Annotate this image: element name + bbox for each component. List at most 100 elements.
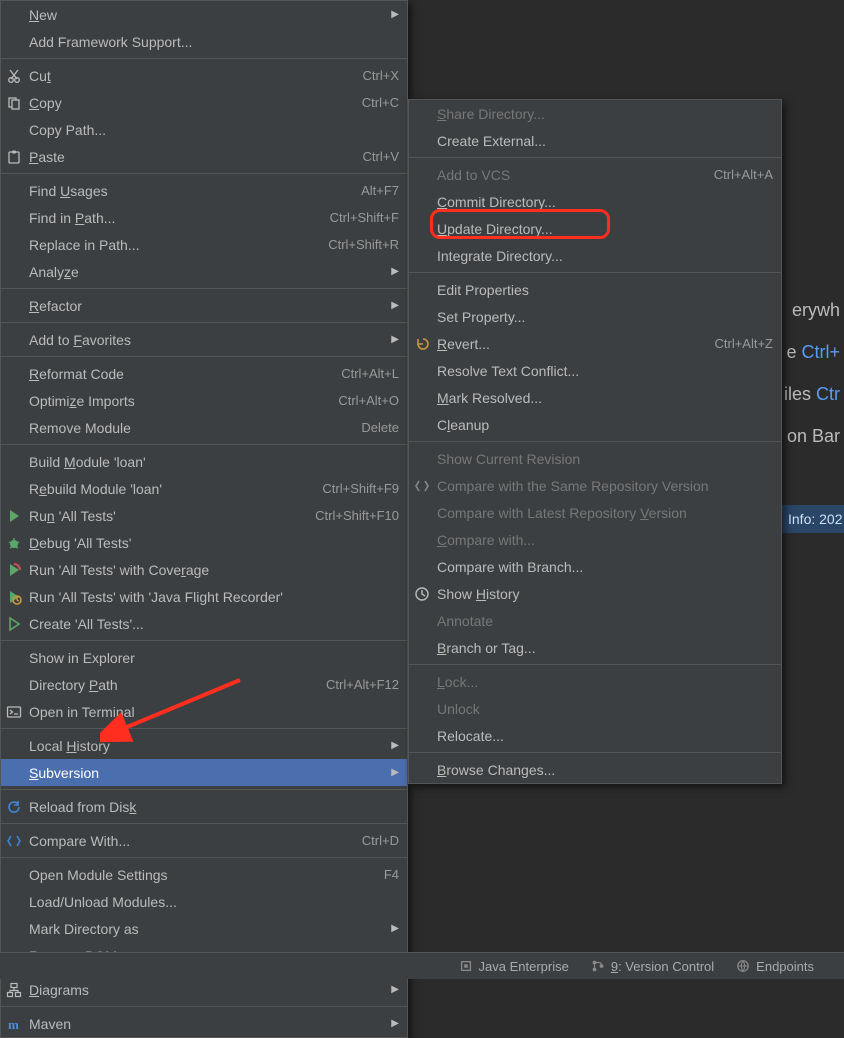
subversion-menu-item[interactable]: Cleanup: [409, 411, 781, 438]
context-menu-subversion[interactable]: Share Directory...Create External... Add …: [408, 99, 782, 784]
menu-item-label: Mark Directory as: [29, 921, 381, 937]
main-menu-item[interactable]: Find in Path...Ctrl+Shift+F: [1, 204, 407, 231]
subversion-menu-item[interactable]: Update Directory...: [409, 215, 781, 242]
menu-item-label: Add to VCS: [437, 167, 684, 183]
blank-icon: [413, 639, 431, 657]
run-icon: [5, 507, 23, 525]
subversion-menu-item[interactable]: Revert...Ctrl+Alt+Z: [409, 330, 781, 357]
subversion-menu-item[interactable]: Compare with Branch...: [409, 553, 781, 580]
cut-icon: [5, 67, 23, 85]
main-menu-item[interactable]: CopyCtrl+C: [1, 89, 407, 116]
menu-item-shortcut: Ctrl+Alt+O: [338, 393, 399, 408]
tool-endpoints[interactable]: Endpoints: [736, 959, 814, 974]
blank-icon: [413, 727, 431, 745]
blank-icon: [5, 6, 23, 24]
menu-separator: [1, 789, 407, 790]
status-bar: Java Enterprise 9: Version Control Endpo…: [0, 952, 844, 979]
terminal-icon: [5, 703, 23, 721]
blank-icon: [5, 121, 23, 139]
menu-item-label: Run 'All Tests' with 'Java Flight Record…: [29, 589, 399, 605]
subversion-menu-item: Unlock: [409, 695, 781, 722]
tool-version-control[interactable]: 9: Version Control: [591, 959, 714, 974]
subversion-menu-item[interactable]: Browse Changes...: [409, 756, 781, 783]
main-menu-item[interactable]: Open Module SettingsF4: [1, 861, 407, 888]
menu-separator: [409, 272, 781, 273]
main-menu-item[interactable]: New▶: [1, 1, 407, 28]
subversion-menu-item: Share Directory...: [409, 100, 781, 127]
main-menu-item[interactable]: PasteCtrl+V: [1, 143, 407, 170]
main-menu-item[interactable]: CutCtrl+X: [1, 62, 407, 89]
context-menu-main[interactable]: New▶Add Framework Support...CutCtrl+XCop…: [0, 0, 408, 1038]
main-menu-item[interactable]: Run 'All Tests'Ctrl+Shift+F10: [1, 502, 407, 529]
menu-item-label: Compare With...: [29, 833, 332, 849]
main-menu-item[interactable]: Directory PathCtrl+Alt+F12: [1, 671, 407, 698]
subversion-menu-item[interactable]: Resolve Text Conflict...: [409, 357, 781, 384]
menu-item-label: Add to Favorites: [29, 332, 381, 348]
main-menu-item[interactable]: Run 'All Tests' with Coverage: [1, 556, 407, 583]
main-menu-item[interactable]: Find UsagesAlt+F7: [1, 177, 407, 204]
subversion-menu-item[interactable]: Integrate Directory...: [409, 242, 781, 269]
version-control-icon: [591, 959, 605, 973]
blank-icon: [413, 558, 431, 576]
subversion-menu-item[interactable]: Mark Resolved...: [409, 384, 781, 411]
menu-separator: [1, 58, 407, 59]
subversion-menu-item[interactable]: Create External...: [409, 127, 781, 154]
main-menu-item[interactable]: Debug 'All Tests': [1, 529, 407, 556]
menu-item-shortcut: Ctrl+Shift+R: [328, 237, 399, 252]
submenu-arrow-icon: ▶: [389, 767, 399, 778]
subversion-menu-item[interactable]: Commit Directory...: [409, 188, 781, 215]
main-menu-item[interactable]: Remove ModuleDelete: [1, 414, 407, 441]
main-menu-item[interactable]: Load/Unload Modules...: [1, 888, 407, 915]
blank-icon: [5, 392, 23, 410]
main-menu-item[interactable]: Add Framework Support...: [1, 28, 407, 55]
main-menu-item[interactable]: Reformat CodeCtrl+Alt+L: [1, 360, 407, 387]
blank-icon: [5, 331, 23, 349]
main-menu-item[interactable]: Optimize ImportsCtrl+Alt+O: [1, 387, 407, 414]
main-menu-item[interactable]: Replace in Path...Ctrl+Shift+R: [1, 231, 407, 258]
blank-icon: [5, 866, 23, 884]
main-menu-item[interactable]: Create 'All Tests'...: [1, 610, 407, 637]
welcome-hints: erywh e Ctrl+ iles Ctr on Bar: [784, 300, 844, 468]
main-menu-item[interactable]: Diagrams▶: [1, 976, 407, 1003]
blank-icon: [5, 236, 23, 254]
tool-label: 9: Version Control: [611, 959, 714, 974]
menu-item-label: Integrate Directory...: [437, 248, 773, 264]
main-menu-item[interactable]: Mark Directory as▶: [1, 915, 407, 942]
menu-item-label: Create 'All Tests'...: [29, 616, 399, 632]
main-menu-item[interactable]: Show in Explorer: [1, 644, 407, 671]
blank-icon: [5, 764, 23, 782]
main-menu-item[interactable]: Reload from Disk: [1, 793, 407, 820]
main-menu-item[interactable]: mMaven▶: [1, 1010, 407, 1037]
copy-icon: [5, 94, 23, 112]
blank-icon: [413, 389, 431, 407]
submenu-arrow-icon: ▶: [389, 740, 399, 751]
coverage-icon: [5, 561, 23, 579]
main-menu-item[interactable]: Subversion▶: [1, 759, 407, 786]
subversion-menu-item[interactable]: Show History: [409, 580, 781, 607]
main-menu-item[interactable]: Build Module 'loan': [1, 448, 407, 475]
main-menu-item[interactable]: Rebuild Module 'loan'Ctrl+Shift+F9: [1, 475, 407, 502]
subversion-menu-item[interactable]: Edit Properties: [409, 276, 781, 303]
tool-java-enterprise[interactable]: Java Enterprise: [459, 959, 569, 974]
main-menu-item[interactable]: Refactor▶: [1, 292, 407, 319]
main-menu-item[interactable]: Copy Path...: [1, 116, 407, 143]
menu-item-label: Copy: [29, 95, 332, 111]
subversion-menu-item: Add to VCSCtrl+Alt+A: [409, 161, 781, 188]
subversion-menu-item[interactable]: Branch or Tag...: [409, 634, 781, 661]
main-menu-item[interactable]: Local History▶: [1, 732, 407, 759]
main-menu-item[interactable]: Open in Terminal: [1, 698, 407, 725]
menu-item-label: Unlock: [437, 701, 773, 717]
main-menu-item[interactable]: Compare With...Ctrl+D: [1, 827, 407, 854]
menu-item-label: Compare with Latest Repository Version: [437, 505, 773, 521]
main-menu-item[interactable]: Run 'All Tests' with 'Java Flight Record…: [1, 583, 407, 610]
subversion-menu-item[interactable]: Set Property...: [409, 303, 781, 330]
main-menu-item[interactable]: Analyze▶: [1, 258, 407, 285]
blank-icon: [5, 365, 23, 383]
maven-icon: m: [5, 1015, 23, 1033]
info-banner[interactable]: Info: 202: [782, 505, 844, 533]
main-menu-item[interactable]: Add to Favorites▶: [1, 326, 407, 353]
menu-separator: [1, 356, 407, 357]
menu-item-label: Mark Resolved...: [437, 390, 773, 406]
reload-icon: [5, 798, 23, 816]
subversion-menu-item[interactable]: Relocate...: [409, 722, 781, 749]
